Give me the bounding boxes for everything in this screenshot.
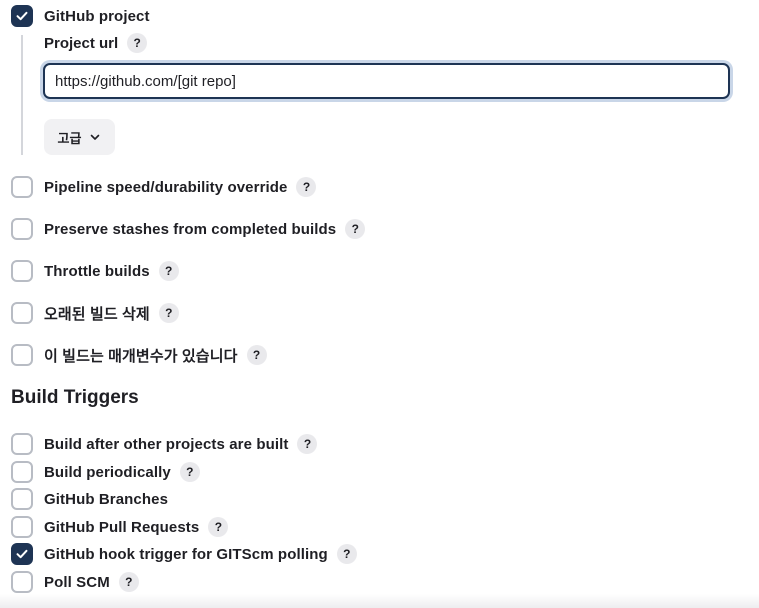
scroll-fade bbox=[0, 594, 759, 608]
help-icon[interactable]: ? bbox=[179, 462, 200, 482]
help-icon[interactable]: ? bbox=[296, 177, 317, 197]
trigger-row: GitHub Branches bbox=[11, 488, 168, 510]
pipeline-speed-checkbox[interactable] bbox=[11, 176, 33, 198]
advanced-button[interactable]: 고급 bbox=[44, 119, 115, 155]
option-label: 이 빌드는 매개변수가 있습니다 bbox=[44, 347, 238, 365]
help-icon[interactable]: ? bbox=[336, 544, 357, 564]
project-url-label-row: Project url ? bbox=[44, 33, 148, 53]
option-row: 오래된 빌드 삭제 ? bbox=[11, 302, 179, 324]
trigger-row: Build periodically ? bbox=[11, 461, 200, 483]
trigger-label: GitHub hook trigger for GITScm polling bbox=[44, 545, 328, 563]
github-project-checkbox[interactable] bbox=[11, 5, 33, 27]
trigger-row: Poll SCM ? bbox=[11, 571, 139, 593]
help-icon[interactable]: ? bbox=[127, 33, 148, 53]
project-url-label: Project url bbox=[44, 34, 119, 52]
check-icon bbox=[16, 11, 28, 21]
trigger-label: GitHub Branches bbox=[44, 490, 169, 508]
help-icon[interactable]: ? bbox=[246, 345, 267, 365]
parameterized-build-checkbox[interactable] bbox=[11, 344, 33, 366]
github-project-row: GitHub project bbox=[11, 5, 150, 27]
preserve-stashes-checkbox[interactable] bbox=[11, 218, 33, 240]
github-hook-trigger-checkbox[interactable] bbox=[11, 543, 33, 565]
github-branches-checkbox[interactable] bbox=[11, 488, 33, 510]
trigger-label: Build periodically bbox=[44, 463, 171, 481]
trigger-label: Poll SCM bbox=[44, 573, 110, 591]
help-icon[interactable]: ? bbox=[345, 219, 366, 239]
option-row: 이 빌드는 매개변수가 있습니다 ? bbox=[11, 344, 267, 366]
throttle-builds-checkbox[interactable] bbox=[11, 260, 33, 282]
trigger-label: GitHub Pull Requests bbox=[44, 518, 200, 536]
nested-section-line bbox=[21, 35, 23, 155]
discard-old-builds-checkbox[interactable] bbox=[11, 302, 33, 324]
help-icon[interactable]: ? bbox=[118, 572, 139, 592]
option-row: Pipeline speed/durability override ? bbox=[11, 176, 317, 198]
build-after-other-projects-checkbox[interactable] bbox=[11, 433, 33, 455]
github-project-label: GitHub project bbox=[44, 7, 150, 25]
option-label: Throttle builds bbox=[44, 262, 150, 280]
trigger-label: Build after other projects are built bbox=[44, 435, 289, 453]
help-icon[interactable]: ? bbox=[158, 303, 179, 323]
github-pull-requests-checkbox[interactable] bbox=[11, 516, 33, 538]
project-url-input[interactable] bbox=[43, 63, 730, 99]
option-label: Pipeline speed/durability override bbox=[44, 178, 288, 196]
section-title: Build Triggers bbox=[11, 387, 139, 408]
advanced-label: 고급 bbox=[57, 131, 82, 147]
help-icon[interactable]: ? bbox=[297, 434, 318, 454]
help-icon[interactable]: ? bbox=[158, 261, 179, 281]
check-icon bbox=[16, 549, 28, 559]
option-label: Preserve stashes from completed builds bbox=[44, 220, 337, 238]
trigger-row: GitHub Pull Requests ? bbox=[11, 516, 229, 538]
option-label: 오래된 빌드 삭제 bbox=[44, 305, 150, 323]
option-row: Throttle builds ? bbox=[11, 260, 179, 282]
poll-scm-checkbox[interactable] bbox=[11, 571, 33, 593]
trigger-row: Build after other projects are built ? bbox=[11, 433, 318, 455]
build-periodically-checkbox[interactable] bbox=[11, 461, 33, 483]
option-row: Preserve stashes from completed builds ? bbox=[11, 218, 366, 240]
help-icon[interactable]: ? bbox=[208, 517, 229, 537]
trigger-row: GitHub hook trigger for GITScm polling ? bbox=[11, 543, 357, 565]
chevron-down-icon bbox=[91, 134, 100, 140]
